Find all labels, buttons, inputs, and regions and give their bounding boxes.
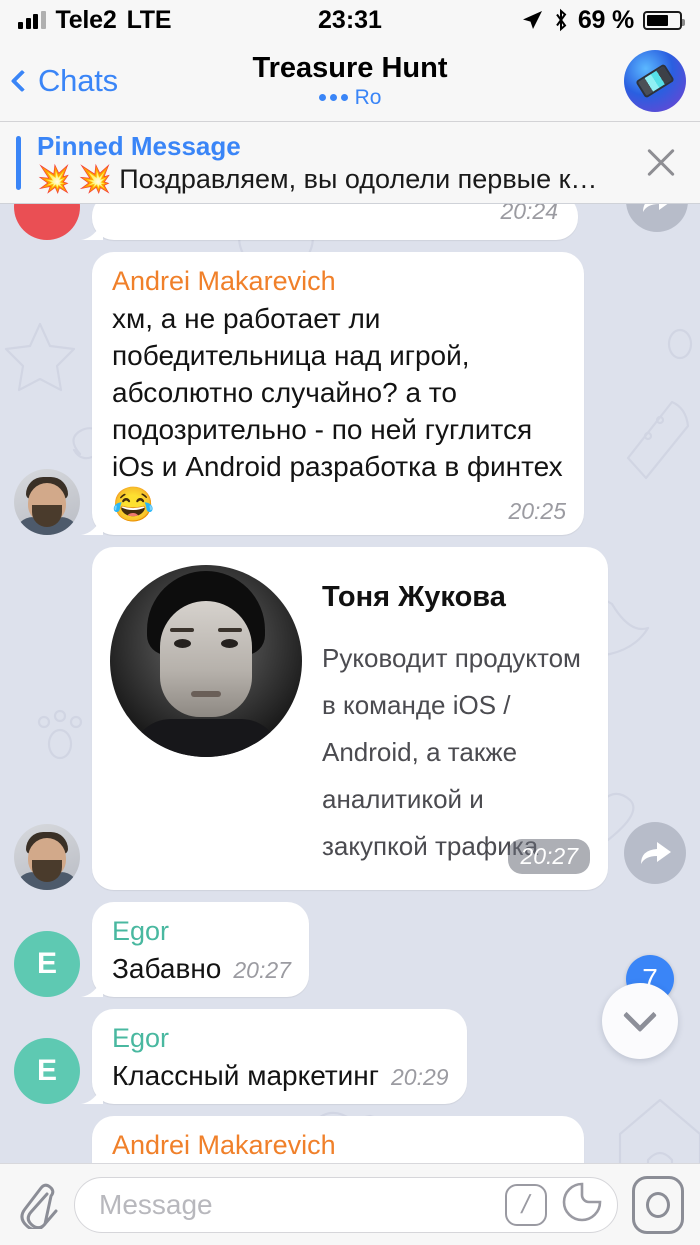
forward-button[interactable] bbox=[624, 822, 686, 884]
pinned-title: Pinned Message bbox=[37, 130, 241, 161]
avatar[interactable]: E bbox=[14, 1038, 80, 1104]
message-timestamp: 20:27 bbox=[233, 957, 291, 983]
page-title: Treasure Hunt bbox=[252, 51, 448, 84]
typing-indicator-icon bbox=[318, 94, 348, 101]
message-placeholder: Message bbox=[99, 1188, 213, 1220]
message-bubble[interactable]: 20:24 bbox=[92, 204, 578, 240]
chevron-down-icon bbox=[623, 998, 657, 1033]
message-row-cutoff[interactable]: 20:24 bbox=[14, 204, 688, 240]
chat-subtitle: Ro bbox=[150, 85, 550, 111]
avatar[interactable]: E bbox=[14, 931, 80, 997]
message-row-card[interactable]: Тоня Жукова Руководит продуктом в команд… bbox=[14, 547, 686, 890]
message-row[interactable]: Andrei Makarevich ну, я ничего не имею п… bbox=[14, 1116, 686, 1163]
avatar[interactable] bbox=[14, 204, 80, 240]
message-text: Забавно bbox=[112, 953, 222, 984]
pinned-message-bar[interactable]: Pinned Message 💥 💥 Поздравляем, вы одоле… bbox=[0, 122, 700, 204]
camera-icon bbox=[646, 1191, 670, 1218]
person-name: Тоня Жукова bbox=[322, 581, 506, 613]
chat-title-block[interactable]: Treasure Hunt Ro bbox=[150, 51, 550, 111]
message-timestamp: 20:27 bbox=[508, 839, 590, 874]
camera-button[interactable] bbox=[632, 1175, 684, 1234]
message-emoji: 😂 bbox=[112, 486, 155, 524]
message-row[interactable]: E Egor Забавно 20:27 bbox=[14, 902, 686, 997]
avatar[interactable] bbox=[14, 824, 80, 890]
message-author: Andrei Makarevich bbox=[112, 1130, 336, 1160]
messages-container: 20:24 Andrei Makarevich хм, а не работае… bbox=[0, 204, 700, 1163]
paperclip-icon bbox=[20, 1183, 58, 1229]
person-card-text: Тоня Жукова Руководит продуктом в команд… bbox=[322, 565, 588, 870]
pinned-accent-bar bbox=[16, 135, 21, 190]
location-arrow-icon bbox=[522, 11, 542, 29]
message-bubble[interactable]: Andrei Makarevich ну, я ничего не имею п… bbox=[92, 1116, 584, 1163]
message-input-field[interactable]: Message / bbox=[74, 1176, 618, 1233]
message-row[interactable]: E Egor Классный маркетинг 20:29 bbox=[14, 1009, 686, 1104]
message-text: Классный маркетинг bbox=[112, 1060, 379, 1091]
message-timestamp: 20:25 bbox=[508, 498, 566, 524]
person-photo bbox=[110, 565, 302, 757]
back-label: Chats bbox=[38, 62, 118, 98]
message-bubble[interactable]: Andrei Makarevich хм, а не работает ли п… bbox=[92, 252, 584, 535]
person-card-bubble[interactable]: Тоня Жукова Руководит продуктом в команд… bbox=[92, 547, 608, 890]
message-input-bar: Message / bbox=[0, 1163, 700, 1245]
battery-icon bbox=[643, 10, 685, 30]
scroll-to-bottom-button[interactable] bbox=[602, 983, 678, 1059]
sticker-icon[interactable] bbox=[561, 1181, 603, 1228]
pinned-content: Pinned Message 💥 💥 Поздравляем, вы одоле… bbox=[37, 130, 628, 196]
message-bubble[interactable]: Egor Забавно 20:27 bbox=[92, 902, 309, 997]
chat-avatar[interactable] bbox=[624, 49, 686, 112]
message-author: Egor bbox=[112, 916, 170, 946]
person-description: Руководит продуктом в команде iOS / Andr… bbox=[322, 643, 581, 861]
telegram-chat-screen: Tele2 LTE 23:31 69 % Chats Treasure Hunt… bbox=[0, 0, 700, 1245]
message-bubble[interactable]: Egor Классный маркетинг 20:29 bbox=[92, 1009, 467, 1104]
status-bar: Tele2 LTE 23:31 69 % bbox=[0, 0, 700, 40]
forward-button[interactable] bbox=[626, 204, 688, 232]
forward-arrow-icon bbox=[643, 204, 668, 212]
message-timestamp: 20:24 bbox=[500, 204, 558, 224]
treasure-gem-icon bbox=[635, 63, 675, 98]
message-author: Andrei Makarevich bbox=[112, 266, 336, 296]
forward-arrow-icon bbox=[641, 842, 671, 864]
message-timestamp: 20:29 bbox=[390, 1064, 449, 1090]
message-text: хм, а не работает ли победительница над … bbox=[112, 303, 563, 482]
chevron-left-icon bbox=[10, 69, 34, 92]
battery-percent-label: 69 % bbox=[577, 5, 634, 34]
close-icon[interactable] bbox=[638, 140, 684, 186]
attach-button[interactable] bbox=[16, 1181, 60, 1229]
navigation-bar: Chats Treasure Hunt Ro bbox=[0, 40, 700, 122]
pinned-text: 💥 💥 Поздравляем, вы одолели первые к… bbox=[37, 163, 598, 194]
typing-user-label: Ro bbox=[354, 85, 382, 109]
slash-command-icon[interactable]: / bbox=[505, 1183, 547, 1226]
message-row[interactable]: Andrei Makarevich хм, а не работает ли п… bbox=[14, 252, 686, 535]
status-bar-right: 69 % bbox=[520, 5, 685, 35]
bluetooth-icon bbox=[556, 8, 567, 32]
back-to-chats-button[interactable]: Chats bbox=[10, 62, 118, 99]
message-author: Egor bbox=[112, 1023, 170, 1053]
message-list[interactable]: 20:24 Andrei Makarevich хм, а не работае… bbox=[0, 204, 700, 1163]
avatar[interactable] bbox=[14, 469, 80, 535]
